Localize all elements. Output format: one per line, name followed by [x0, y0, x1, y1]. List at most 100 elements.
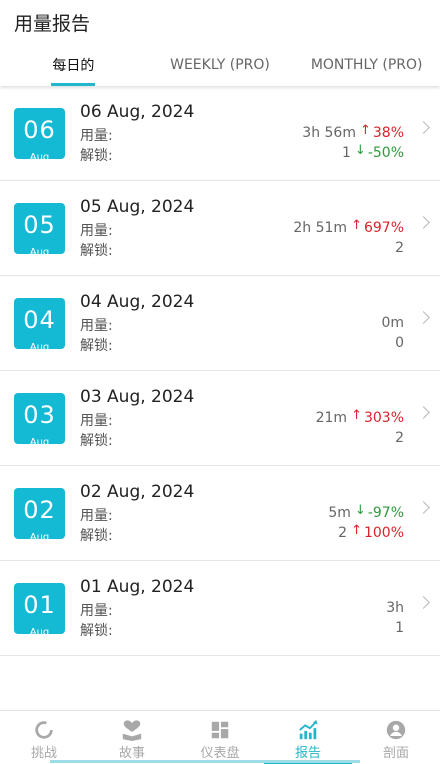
- arrow-down-icon: ↓: [354, 503, 366, 518]
- usage-value: 2h 51m: [293, 220, 348, 236]
- arrow-up-icon: ↑: [351, 218, 362, 233]
- usage-value: 0m: [381, 315, 404, 331]
- day-badge: 02 Aug: [14, 488, 65, 539]
- usage-value-group: 3h: [386, 600, 404, 616]
- nav-challenge[interactable]: 挑战: [0, 711, 88, 764]
- nav-challenge-label: 挑战: [30, 746, 57, 761]
- nav-report-label: 报告: [294, 746, 321, 761]
- unlocks-value: 2: [395, 240, 404, 256]
- nav-story-label: 故事: [118, 746, 145, 761]
- usage-value: 3h: [386, 600, 404, 616]
- unlocks-label: 解锁:: [80, 243, 113, 259]
- chevron-right-icon: [417, 406, 430, 419]
- day-date: 03 Aug, 2024: [80, 387, 195, 407]
- day-row[interactable]: 02 Aug 02 Aug, 2024 用量: 解锁: 5m ↓ -97% 2 ↑ 100%: [0, 466, 440, 561]
- nav-dashboard-label: 仪表盘: [200, 746, 240, 761]
- usage-value: 5m: [328, 505, 351, 521]
- day-number: 06: [23, 116, 56, 144]
- unlocks-value-group: 1: [395, 620, 404, 636]
- unlocks-value-group: 2: [395, 430, 404, 446]
- day-month: Aug: [29, 627, 50, 634]
- usage-label: 用量:: [80, 603, 113, 619]
- usage-change: ↑ 303%: [351, 408, 404, 426]
- usage-change: ↓ -97%: [354, 503, 404, 521]
- usage-value-group: 3h 56m ↑ 38%: [302, 123, 404, 141]
- usage-value-group: 0m: [381, 315, 404, 331]
- day-badge: 03 Aug: [14, 393, 65, 444]
- day-number: 01: [23, 591, 56, 619]
- profile-icon: [386, 720, 406, 740]
- bottom-navigation: 挑战 故事 仪表盘 报告 剖面: [0, 710, 440, 764]
- tab-weekly[interactable]: WEEKLY (PRO): [147, 44, 294, 86]
- chevron-right-icon: [417, 311, 430, 324]
- usage-change-value: 697%: [363, 220, 404, 236]
- usage-label: 用量:: [80, 223, 113, 239]
- day-month: Aug: [29, 152, 50, 159]
- usage-label: 用量:: [80, 128, 113, 144]
- unlocks-value-group: 0: [395, 335, 404, 351]
- day-badge: 01 Aug: [14, 583, 65, 634]
- challenge-icon: [35, 721, 53, 739]
- period-tabs: 每日的 WEEKLY (PRO) MONTHLY (PRO): [0, 44, 440, 86]
- nav-profile-label: 剖面: [382, 746, 409, 761]
- usage-change: ↑ 697%: [351, 218, 404, 236]
- unlocks-change: ↓ -50%: [354, 143, 404, 161]
- chevron-right-icon: [417, 596, 430, 609]
- chevron-right-icon: [417, 216, 430, 229]
- unlocks-label: 解锁:: [80, 623, 113, 639]
- dashboard-icon: [211, 721, 229, 739]
- unlocks-value: 0: [395, 335, 404, 351]
- day-month: Aug: [29, 437, 50, 444]
- nav-dashboard[interactable]: 仪表盘: [176, 711, 264, 764]
- unlocks-change: ↑ 100%: [351, 523, 404, 541]
- arrow-up-icon: ↑: [351, 523, 362, 538]
- tab-daily[interactable]: 每日的: [0, 44, 147, 86]
- day-row[interactable]: 04 Aug 04 Aug, 2024 用量: 解锁: 0m 0: [0, 276, 440, 371]
- usage-label: 用量:: [80, 413, 113, 429]
- day-row[interactable]: 06 Aug 06 Aug, 2024 用量: 解锁: 3h 56m ↑ 38% 1 ↓ -50%: [0, 86, 440, 181]
- day-badge: 05 Aug: [14, 203, 65, 254]
- day-date: 01 Aug, 2024: [80, 577, 195, 597]
- unlocks-value: 1: [342, 145, 351, 161]
- usage-value-group: 2h 51m ↑ 697%: [293, 218, 404, 236]
- unlocks-value-group: 2 ↑ 100%: [338, 523, 404, 541]
- day-row[interactable]: 01 Aug 01 Aug, 2024 用量: 解锁: 3h 1: [0, 561, 440, 656]
- day-month: Aug: [29, 532, 50, 539]
- usage-value: 21m: [315, 410, 348, 426]
- unlocks-label: 解锁:: [80, 338, 113, 354]
- day-badge: 06 Aug: [14, 108, 65, 159]
- usage-change-value: 38%: [372, 125, 404, 141]
- arrow-down-icon: ↓: [354, 143, 366, 158]
- usage-value-group: 21m ↑ 303%: [315, 408, 404, 426]
- day-date: 02 Aug, 2024: [80, 482, 195, 502]
- usage-change-value: 303%: [363, 410, 404, 426]
- usage-label: 用量:: [80, 318, 113, 334]
- day-row[interactable]: 05 Aug 05 Aug, 2024 用量: 解锁: 2h 51m ↑ 697% 2: [0, 181, 440, 276]
- day-row[interactable]: 03 Aug 03 Aug, 2024 用量: 解锁: 21m ↑ 303% 2: [0, 371, 440, 466]
- nav-report[interactable]: 报告: [264, 711, 352, 764]
- day-number: 04: [23, 306, 56, 334]
- daily-report-list: 06 Aug 06 Aug, 2024 用量: 解锁: 3h 56m ↑ 38% 1 ↓ -50% 0…: [0, 86, 440, 656]
- arrow-up-icon: ↑: [359, 123, 371, 138]
- report-icon: [299, 719, 318, 740]
- unlocks-value-group: 2: [395, 240, 404, 256]
- unlocks-value: 1: [395, 620, 404, 636]
- page-title: 用量报告: [14, 13, 91, 35]
- tab-monthly[interactable]: MONTHLY (PRO): [293, 44, 440, 86]
- unlocks-label: 解锁:: [80, 148, 113, 164]
- unlocks-label: 解锁:: [80, 528, 113, 544]
- nav-profile[interactable]: 剖面: [352, 711, 440, 764]
- chevron-right-icon: [417, 501, 430, 514]
- nav-story[interactable]: 故事: [88, 711, 176, 764]
- day-month: Aug: [29, 247, 50, 254]
- chevron-right-icon: [417, 121, 430, 134]
- usage-value-group: 5m ↓ -97%: [328, 503, 404, 521]
- unlocks-change-value: -50%: [367, 145, 404, 161]
- usage-label: 用量:: [80, 508, 113, 524]
- day-number: 05: [23, 211, 56, 239]
- day-date: 06 Aug, 2024: [80, 102, 195, 122]
- unlocks-label: 解锁:: [80, 433, 113, 449]
- day-number: 03: [23, 401, 56, 429]
- story-icon: [122, 720, 142, 741]
- day-badge: 04 Aug: [14, 298, 65, 349]
